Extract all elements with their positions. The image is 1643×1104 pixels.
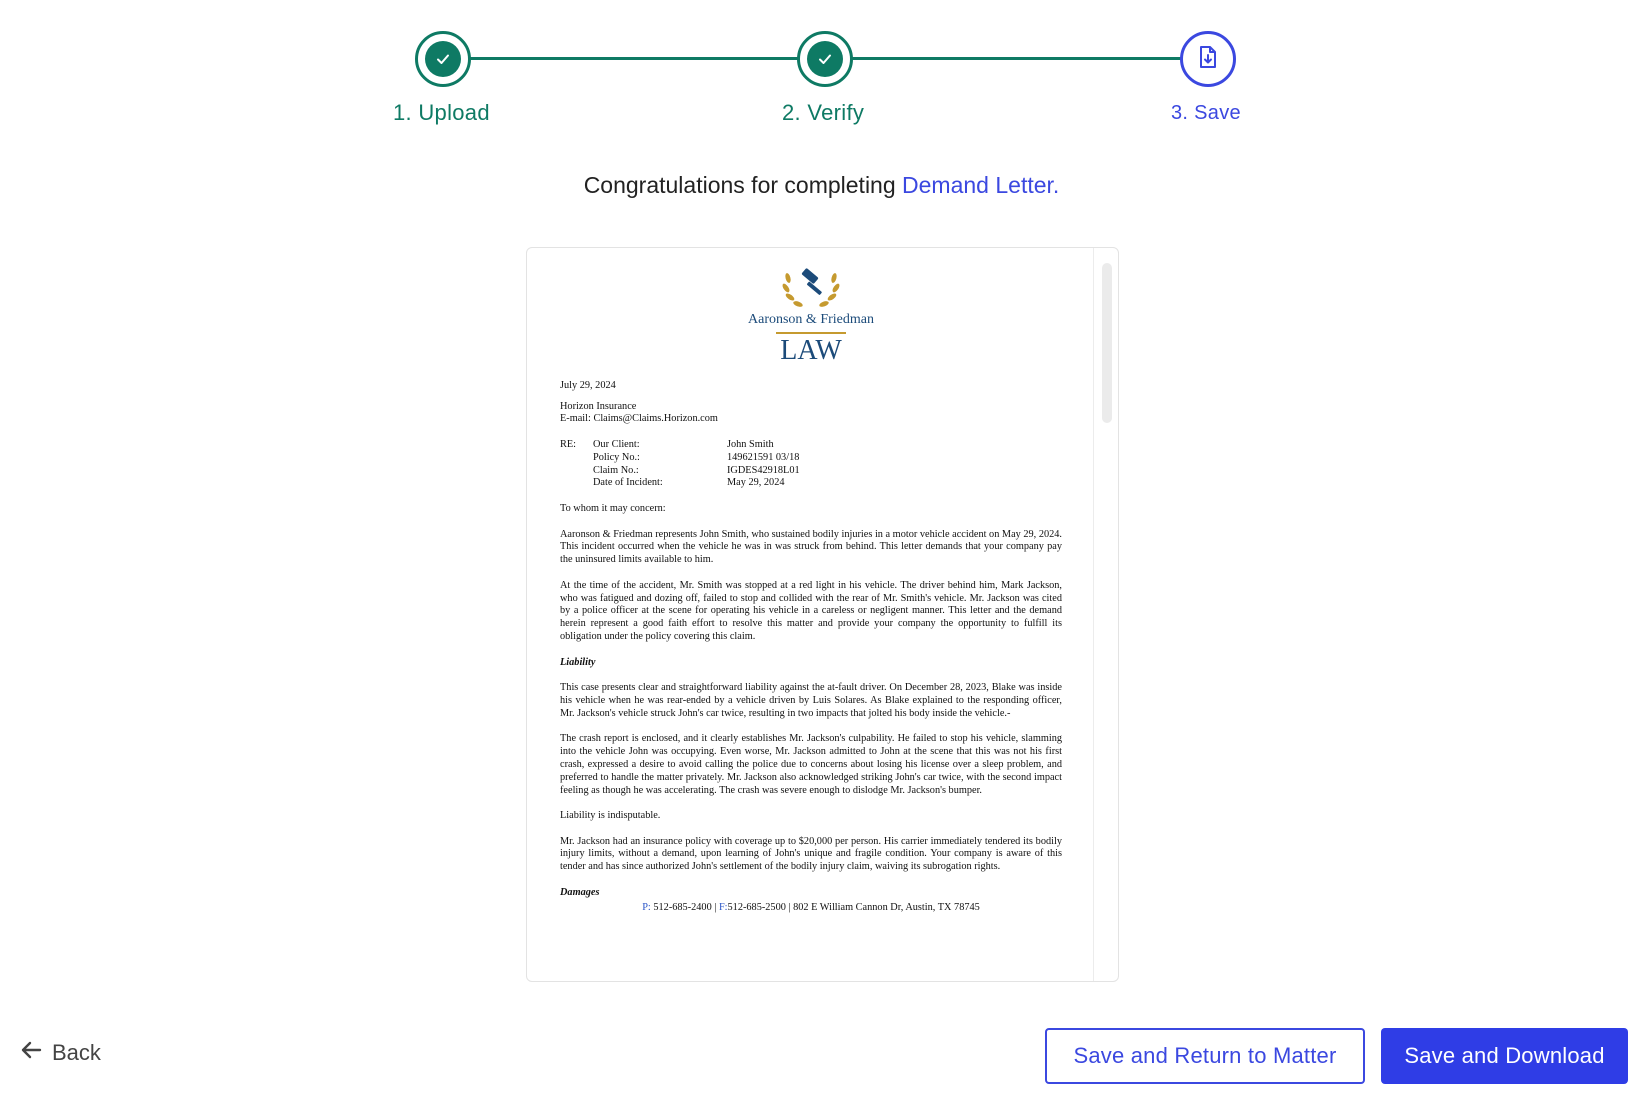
- congrats-text: Congratulations for completing: [583, 172, 903, 198]
- re-label: Our Client:: [593, 438, 640, 450]
- letter-paragraph: At the time of the accident, Mr. Smith w…: [560, 579, 1062, 642]
- re-value: May 29, 2024: [727, 477, 785, 489]
- back-button[interactable]: Back: [20, 1040, 101, 1066]
- re-prefix: RE:: [560, 438, 577, 450]
- back-label: Back: [52, 1040, 101, 1065]
- progress-stepper: 1. Upload 2. Verify 3. Save: [0, 0, 1643, 140]
- re-value: IGDES42918L01: [727, 464, 800, 476]
- step-connector-2: [852, 57, 1182, 60]
- document-name: Demand Letter.: [902, 172, 1060, 198]
- re-label: Claim No.:: [593, 464, 639, 476]
- firm-law: LAW: [780, 334, 842, 366]
- firm-logo: Aaronson & Friedman LAW: [560, 266, 1062, 366]
- arrow-left-icon: [20, 1040, 42, 1066]
- letter-salutation: To whom it may concern:: [560, 502, 666, 514]
- letter-paragraph: This case presents clear and straightfor…: [560, 682, 1062, 719]
- congratulations-heading: Congratulations for completing Demand Le…: [0, 172, 1643, 199]
- check-icon: [807, 41, 843, 77]
- damages-heading: Damages: [560, 886, 600, 898]
- re-label: Policy No.:: [593, 451, 640, 463]
- step-connector-1: [470, 57, 799, 60]
- footer-phone-label: P:: [642, 901, 651, 913]
- letter-re-block: RE: Our Client: John Smith Policy No.: 1…: [560, 439, 1062, 490]
- letter-paragraph: The crash report is enclosed, and it cle…: [560, 733, 1062, 796]
- letter-page: Aaronson & Friedman LAW July 29, 2024 Ho…: [560, 266, 1062, 914]
- file-download-icon: [1197, 45, 1219, 74]
- step-label-save: 3. Save: [1171, 102, 1241, 124]
- letter-recipient: Horizon Insurance: [560, 400, 637, 412]
- letter-paragraph: Aaronson & Friedman represents John Smit…: [560, 528, 1062, 566]
- step-save-indicator: [1180, 31, 1236, 87]
- re-value: 149621591 03/18: [727, 451, 800, 463]
- re-label: Date of Incident:: [593, 477, 663, 489]
- step-label-upload: 1. Upload: [393, 100, 490, 125]
- footer-phone: 512-685-2400 |: [650, 901, 719, 913]
- re-value: John Smith: [727, 438, 774, 450]
- letter-paragraph: Liability is indisputable.: [560, 810, 661, 822]
- liability-heading: Liability: [560, 656, 596, 668]
- save-and-download-button[interactable]: Save and Download: [1381, 1028, 1628, 1084]
- firm-name: Aaronson & Friedman: [748, 312, 874, 327]
- letter-footer: P: 512-685-2400 | F:512-685-2500 | 802 E…: [560, 902, 1062, 915]
- footer-fax-address: 512-685-2500 | 802 E William Cannon Dr, …: [727, 901, 980, 913]
- document-preview[interactable]: Aaronson & Friedman LAW July 29, 2024 Ho…: [526, 247, 1119, 982]
- check-icon: [425, 41, 461, 77]
- footer-fax-label: F:: [718, 901, 728, 913]
- step-label-verify: 2. Verify: [782, 100, 865, 125]
- gavel-laurel-icon: [782, 268, 840, 307]
- preview-divider: [1093, 248, 1094, 981]
- save-and-return-button[interactable]: Save and Return to Matter: [1045, 1028, 1365, 1084]
- letter-date: July 29, 2024: [560, 379, 616, 391]
- logo-divider: [776, 331, 846, 334]
- preview-scrollbar[interactable]: [1102, 263, 1112, 423]
- step-upload-indicator: [415, 31, 471, 87]
- letter-recipient-email: E-mail: Claims@Claims.Horizon.com: [560, 413, 718, 425]
- letter-paragraph: Mr. Jackson had an insurance policy with…: [560, 835, 1062, 873]
- step-verify-indicator: [797, 31, 853, 87]
